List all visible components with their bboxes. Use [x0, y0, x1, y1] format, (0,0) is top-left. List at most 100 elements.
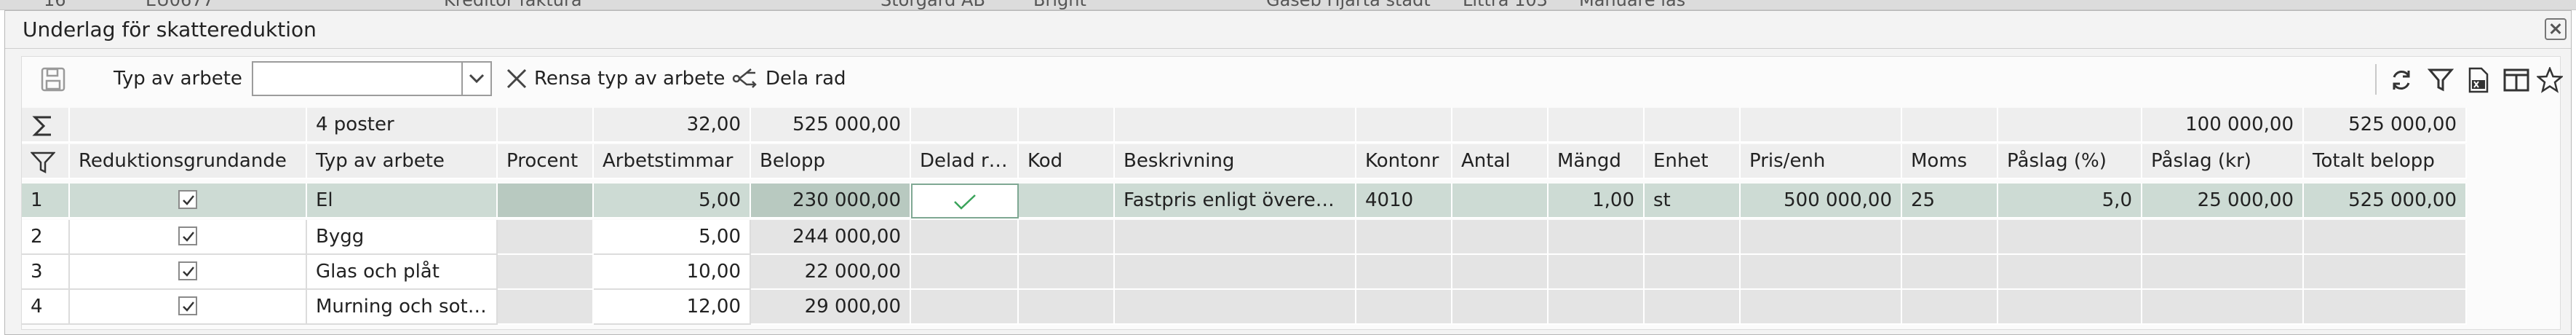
code-cell[interactable]	[1019, 220, 1115, 255]
markup-pct-cell[interactable]	[1998, 255, 2142, 290]
amount-cell[interactable]: 22 000,00	[751, 255, 911, 290]
reduction-checkbox[interactable]	[178, 296, 197, 315]
unit-cell[interactable]	[1645, 290, 1741, 325]
code-cell[interactable]	[1019, 184, 1115, 218]
unit-cell[interactable]: st	[1645, 184, 1741, 218]
split-row-cell[interactable]	[911, 184, 1019, 218]
count-cell[interactable]	[1452, 290, 1549, 325]
excel-export-icon[interactable]	[2465, 67, 2492, 93]
col-header-work-type[interactable]: Typ av arbete	[307, 144, 498, 179]
col-header-count[interactable]: Antal	[1452, 144, 1549, 179]
unit-cell[interactable]	[1645, 220, 1741, 255]
unit-price-cell[interactable]	[1741, 220, 1902, 255]
unit-price-cell[interactable]	[1741, 255, 1902, 290]
work-type-cell[interactable]: Bygg	[307, 220, 498, 255]
work-type-cell[interactable]: El	[307, 184, 498, 218]
description-cell[interactable]	[1115, 220, 1356, 255]
code-cell[interactable]	[1019, 255, 1115, 290]
split-row-button[interactable]: Dela rad	[732, 66, 846, 92]
split-row-cell[interactable]	[911, 290, 1019, 325]
amount-cell[interactable]: 230 000,00	[751, 184, 911, 218]
clear-work-type-button[interactable]: Rensa typ av arbete	[505, 66, 725, 92]
floppy-disk-icon[interactable]	[41, 67, 67, 93]
total-cell[interactable]	[2304, 220, 2467, 255]
col-header-total[interactable]: Totalt belopp	[2304, 144, 2467, 179]
col-header-hours[interactable]: Arbetstimmar	[594, 144, 751, 179]
percent-cell[interactable]	[498, 290, 594, 325]
table-row[interactable]: 1 El 5,00 230 000,00 Fastpris enligt öve…	[22, 184, 2471, 218]
reduction-checkbox[interactable]	[178, 226, 197, 245]
col-header-split-row[interactable]: Delad rad	[911, 144, 1019, 179]
markup-kr-cell[interactable]	[2142, 255, 2304, 290]
code-cell[interactable]	[1019, 290, 1115, 325]
unit-cell[interactable]	[1645, 255, 1741, 290]
col-header-code[interactable]: Kod	[1019, 144, 1115, 179]
filter-icon[interactable]	[22, 144, 70, 179]
work-type-cell[interactable]: Glas och plåt	[307, 255, 498, 290]
percent-cell[interactable]	[498, 255, 594, 290]
hours-cell[interactable]: 5,00	[594, 220, 751, 255]
work-type-dropdown-button[interactable]	[463, 61, 492, 96]
reduction-checkbox[interactable]	[178, 261, 197, 280]
quantity-cell[interactable]	[1549, 220, 1645, 255]
account-cell[interactable]	[1356, 255, 1452, 290]
col-header-account[interactable]: Kontonr	[1356, 144, 1452, 179]
work-type-input[interactable]	[252, 61, 463, 96]
split-row-cell[interactable]	[911, 220, 1019, 255]
description-cell[interactable]	[1115, 290, 1356, 325]
col-header-unit-price[interactable]: Pris/enh	[1741, 144, 1902, 179]
vat-cell[interactable]	[1902, 255, 1998, 290]
col-header-reduction[interactable]: Reduktionsgrundande	[70, 144, 307, 179]
filter-icon[interactable]	[2427, 67, 2454, 93]
count-cell[interactable]	[1452, 220, 1549, 255]
account-cell[interactable]: 4010	[1356, 184, 1452, 218]
hours-cell[interactable]: 12,00	[594, 290, 751, 325]
refresh-icon[interactable]	[2388, 67, 2414, 93]
vat-cell[interactable]: 25	[1902, 184, 1998, 218]
close-icon[interactable]	[2545, 18, 2567, 40]
quantity-cell[interactable]	[1549, 290, 1645, 325]
count-cell[interactable]	[1452, 184, 1549, 218]
split-row-cell[interactable]	[911, 255, 1019, 290]
col-header-percent[interactable]: Procent	[498, 144, 594, 179]
total-cell[interactable]	[2304, 290, 2467, 325]
vat-cell[interactable]	[1902, 220, 1998, 255]
col-header-vat[interactable]: Moms	[1902, 144, 1998, 179]
total-cell[interactable]: 525 000,00	[2304, 184, 2467, 218]
vat-cell[interactable]	[1902, 290, 1998, 325]
markup-kr-cell[interactable]: 25 000,00	[2142, 184, 2304, 218]
table-row[interactable]: 4 Murning och sotning 12,00 29 000,00	[22, 290, 2471, 325]
amount-cell[interactable]: 244 000,00	[751, 220, 911, 255]
col-header-description[interactable]: Beskrivning	[1115, 144, 1356, 179]
col-header-amount[interactable]: Belopp	[751, 144, 911, 179]
account-cell[interactable]	[1356, 220, 1452, 255]
markup-pct-cell[interactable]	[1998, 290, 2142, 325]
favorite-star-icon[interactable]	[2535, 66, 2564, 93]
columns-icon[interactable]	[2503, 67, 2529, 93]
description-cell[interactable]: Fastpris enligt överenskommelse	[1115, 184, 1356, 218]
col-header-markup-pct[interactable]: Påslag (%)	[1998, 144, 2142, 179]
work-type-cell[interactable]: Murning och sotning	[307, 290, 498, 325]
markup-pct-cell[interactable]: 5,0	[1998, 184, 2142, 218]
hours-cell[interactable]: 5,00	[594, 184, 751, 218]
total-cell[interactable]	[2304, 255, 2467, 290]
col-header-unit[interactable]: Enhet	[1645, 144, 1741, 179]
percent-cell[interactable]	[498, 220, 594, 255]
markup-kr-cell[interactable]	[2142, 220, 2304, 255]
description-cell[interactable]	[1115, 255, 1356, 290]
markup-pct-cell[interactable]	[1998, 220, 2142, 255]
quantity-cell[interactable]	[1549, 255, 1645, 290]
account-cell[interactable]	[1356, 290, 1452, 325]
table-row[interactable]: 2 Bygg 5,00 244 000,00	[22, 220, 2471, 255]
unit-price-cell[interactable]	[1741, 290, 1902, 325]
hours-cell[interactable]: 10,00	[594, 255, 751, 290]
unit-price-cell[interactable]: 500 000,00	[1741, 184, 1902, 218]
col-header-markup-kr[interactable]: Påslag (kr)	[2142, 144, 2304, 179]
table-row[interactable]: 3 Glas och plåt 10,00 22 000,00	[22, 255, 2471, 290]
amount-cell[interactable]: 29 000,00	[751, 290, 911, 325]
markup-kr-cell[interactable]	[2142, 290, 2304, 325]
percent-cell[interactable]	[498, 184, 594, 218]
reduction-checkbox[interactable]	[178, 189, 197, 209]
col-header-quantity[interactable]: Mängd	[1549, 144, 1645, 179]
quantity-cell[interactable]: 1,00	[1549, 184, 1645, 218]
